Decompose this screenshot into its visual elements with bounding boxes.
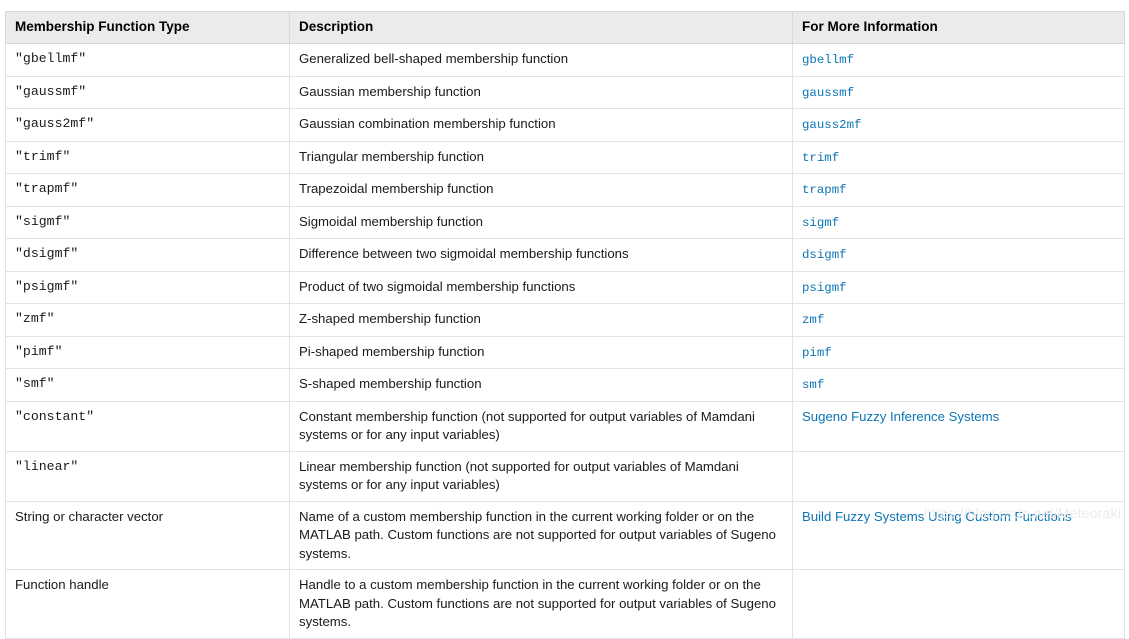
- column-header-description: Description: [289, 11, 793, 44]
- table-row: "pimf" Pi-shaped membership function pimf: [5, 335, 1125, 369]
- table-header: Membership Function Type Description For…: [5, 11, 1125, 44]
- cell-for-more-information: sigmf: [792, 205, 1125, 239]
- cell-description: Handle to a custom membership function i…: [289, 569, 793, 639]
- cell-membership-function-type: "pimf": [5, 335, 290, 369]
- cell-description: Z-shaped membership function: [289, 303, 793, 337]
- cell-membership-function-type: "constant": [5, 400, 290, 452]
- cell-membership-function-type: "smf": [5, 368, 290, 402]
- cell-membership-function-type: "sigmf": [5, 205, 290, 239]
- cell-description: Linear membership function (not supporte…: [289, 450, 793, 502]
- cell-for-more-information: gaussmf: [792, 75, 1125, 109]
- cell-membership-function-type: "zmf": [5, 303, 290, 337]
- table-row: "linear" Linear membership function (not …: [5, 450, 1125, 502]
- cell-description: Name of a custom membership function in …: [289, 500, 793, 570]
- table-row: "zmf" Z-shaped membership function zmf: [5, 303, 1125, 337]
- cell-membership-function-type: "linear": [5, 450, 290, 502]
- table-row: "gauss2mf" Gaussian combination membershi…: [5, 108, 1125, 142]
- cell-membership-function-type: "gauss2mf": [5, 108, 290, 142]
- column-header-membership-function-type: Membership Function Type: [5, 11, 290, 44]
- cell-membership-function-type: "gbellmf": [5, 43, 290, 77]
- membership-function-table: Membership Function Type Description For…: [5, 11, 1125, 639]
- cell-description: Difference between two sigmoidal members…: [289, 238, 793, 272]
- cell-description: Sigmoidal membership function: [289, 205, 793, 239]
- cell-description: S-shaped membership function: [289, 368, 793, 402]
- cell-for-more-information: zmf: [792, 303, 1125, 337]
- reference-link[interactable]: gauss2mf: [802, 118, 862, 132]
- cell-for-more-information: pimf: [792, 335, 1125, 369]
- membership-function-table-container: Membership Function Type Description For…: [5, 11, 1125, 639]
- cell-for-more-information: dsigmf: [792, 238, 1125, 272]
- reference-link[interactable]: sigmf: [802, 216, 839, 230]
- cell-description: Gaussian membership function: [289, 75, 793, 109]
- cell-for-more-information: [792, 450, 1125, 502]
- table-row: "sigmf" Sigmoidal membership function sigm…: [5, 205, 1125, 239]
- reference-link[interactable]: pimf: [802, 346, 832, 360]
- cell-description: Trapezoidal membership function: [289, 173, 793, 207]
- cell-membership-function-type: "trimf": [5, 140, 290, 174]
- table-row: "gbellmf" Generalized bell-shaped members…: [5, 43, 1125, 77]
- table-body: "gbellmf" Generalized bell-shaped members…: [5, 43, 1125, 639]
- reference-link[interactable]: psigmf: [802, 281, 847, 295]
- reference-link[interactable]: trimf: [802, 151, 839, 165]
- cell-for-more-information: trimf: [792, 140, 1125, 174]
- table-row: "smf" S-shaped membership function smf: [5, 368, 1125, 402]
- cell-for-more-information: gbellmf: [792, 43, 1125, 77]
- table-row: "dsigmf" Difference between two sigmoidal…: [5, 238, 1125, 272]
- cell-description: Gaussian combination membership function: [289, 108, 793, 142]
- reference-link[interactable]: trapmf: [802, 183, 847, 197]
- table-row: Function handle Handle to a custom member…: [5, 569, 1125, 639]
- cell-description: Constant membership function (not suppor…: [289, 400, 793, 452]
- cell-for-more-information: [792, 569, 1125, 639]
- reference-link[interactable]: Sugeno Fuzzy Inference Systems: [802, 409, 999, 424]
- cell-membership-function-type: "dsigmf": [5, 238, 290, 272]
- reference-link[interactable]: zmf: [802, 313, 824, 327]
- cell-membership-function-type: String or character vector: [5, 500, 290, 570]
- page-top-cropped-area: [0, 0, 1129, 11]
- cell-for-more-information: trapmf: [792, 173, 1125, 207]
- cell-description: Triangular membership function: [289, 140, 793, 174]
- watermark-url: https://blog.csdn.net/Meteoraki: [924, 505, 1121, 521]
- cell-membership-function-type: "gaussmf": [5, 75, 290, 109]
- cell-membership-function-type: "psigmf": [5, 270, 290, 304]
- cell-description: Product of two sigmoidal membership func…: [289, 270, 793, 304]
- column-header-for-more-information: For More Information: [792, 11, 1125, 44]
- reference-link[interactable]: smf: [802, 378, 824, 392]
- reference-link[interactable]: gbellmf: [802, 53, 854, 67]
- table-row: "trimf" Triangular membership function tri…: [5, 140, 1125, 174]
- reference-link[interactable]: dsigmf: [802, 248, 847, 262]
- cell-for-more-information: smf: [792, 368, 1125, 402]
- table-row: "gaussmf" Gaussian membership function gau…: [5, 75, 1125, 109]
- table-header-row: Membership Function Type Description For…: [5, 11, 1125, 44]
- cell-description: Pi-shaped membership function: [289, 335, 793, 369]
- reference-link[interactable]: gaussmf: [802, 86, 854, 100]
- cell-membership-function-type: Function handle: [5, 569, 290, 639]
- table-row: "constant" Constant membership function (…: [5, 400, 1125, 452]
- cell-for-more-information: psigmf: [792, 270, 1125, 304]
- table-row: "psigmf" Product of two sigmoidal members…: [5, 270, 1125, 304]
- cell-description: Generalized bell-shaped membership funct…: [289, 43, 793, 77]
- cell-for-more-information: Sugeno Fuzzy Inference Systems: [792, 400, 1125, 452]
- table-row: "trapmf" Trapezoidal membership function t…: [5, 173, 1125, 207]
- cell-for-more-information: gauss2mf: [792, 108, 1125, 142]
- cell-membership-function-type: "trapmf": [5, 173, 290, 207]
